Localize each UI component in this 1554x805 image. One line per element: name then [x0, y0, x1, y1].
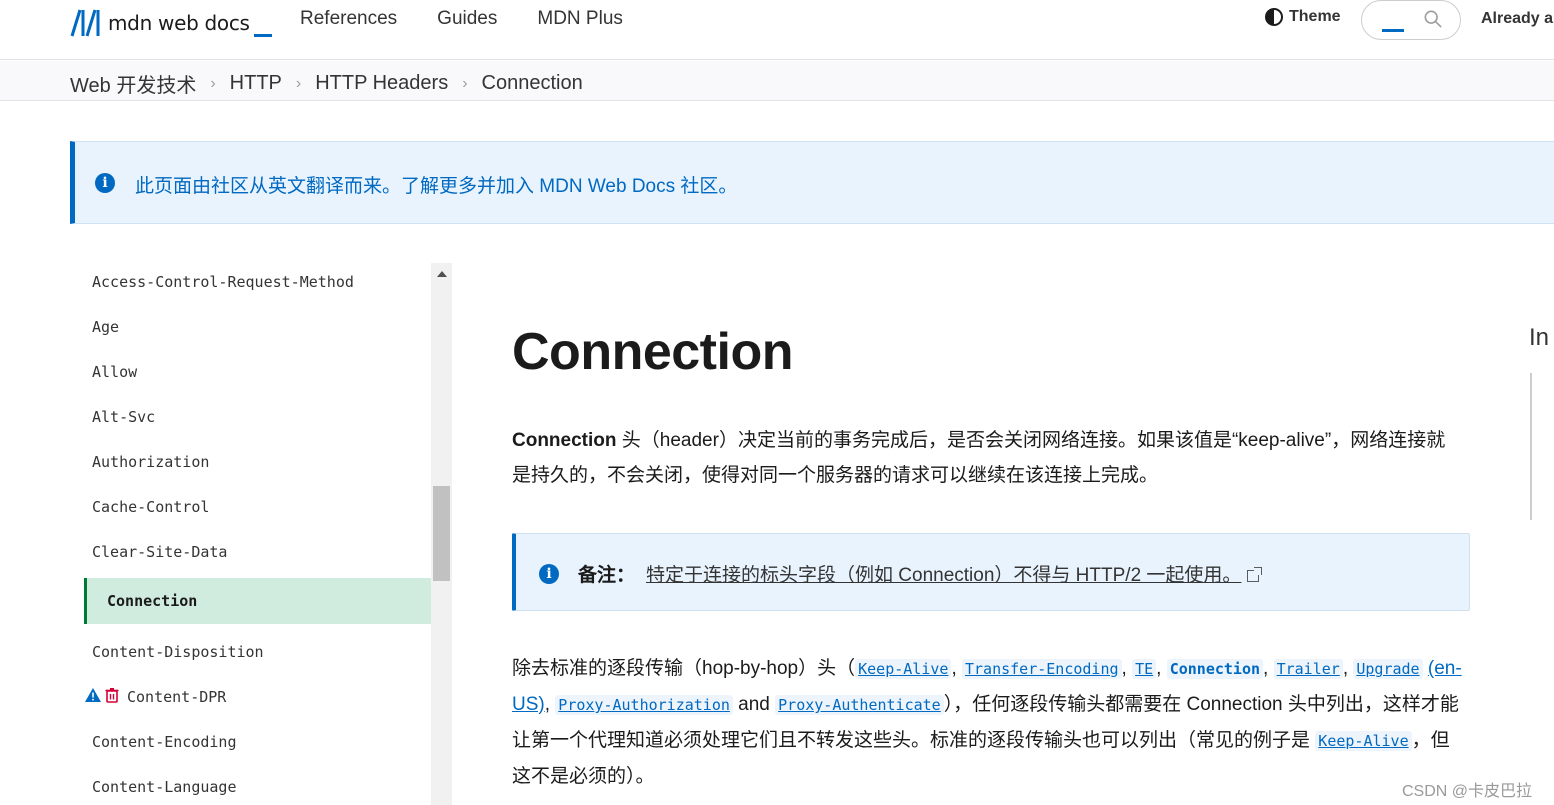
sidebar-scrollbar[interactable]	[431, 263, 452, 805]
link-proxy-authenticate[interactable]: Proxy-Authenticate	[775, 695, 944, 715]
link-upgrade[interactable]: Upgrade	[1353, 659, 1423, 679]
link-proxy-authorization[interactable]: Proxy-Authorization	[555, 695, 733, 715]
mdn-logo[interactable]: mdn web docs	[70, 6, 272, 40]
sidebar-item-content-language[interactable]: Content-Language	[92, 778, 237, 796]
intro-paragraph: Connection 头（header）决定当前的事务完成后，是否会关闭网络连接…	[512, 423, 1462, 493]
link-trailer[interactable]: Trailer	[1273, 659, 1343, 679]
note-link-text: 特定于连接的标头字段（例如 Connection）不得与 HTTP/2 一起使用…	[646, 565, 1242, 586]
search-input[interactable]	[1361, 0, 1461, 40]
sidebar-item-clear-site-data[interactable]: Clear-Site-Data	[92, 543, 227, 561]
breadcrumb-http[interactable]: HTTP	[230, 72, 282, 95]
logo-cursor	[253, 33, 272, 37]
breadcrumb-bar: Web 开发技术 › HTTP › HTTP Headers › Connect…	[0, 61, 1554, 101]
nav-mdn-plus[interactable]: MDN Plus	[537, 8, 623, 30]
theme-button[interactable]: Theme	[1265, 8, 1341, 26]
sidebar-item-cache-control[interactable]: Cache-Control	[92, 498, 209, 516]
chevron-right-icon: ›	[295, 74, 302, 92]
scroll-up-arrow-icon[interactable]	[437, 271, 447, 277]
sidebar-item-connection[interactable]: Connection	[84, 578, 431, 624]
logo-text: mdn web docs	[108, 11, 250, 35]
note-callout: i 备注： 特定于连接的标头字段（例如 Connection）不得与 HTTP/…	[512, 533, 1470, 611]
sidebar-item-allow[interactable]: Allow	[92, 363, 137, 381]
status-icons	[84, 687, 120, 703]
sidebar-item-access-control-request-method[interactable]: Access-Control-Request-Method	[92, 273, 354, 291]
link-transfer-encoding[interactable]: Transfer-Encoding	[962, 659, 1122, 679]
chevron-right-icon: ›	[210, 74, 216, 92]
p2-and-text: and	[738, 694, 770, 715]
main-nav: References Guides MDN Plus	[300, 8, 663, 30]
watermark: CSDN @卡皮巴拉	[1402, 783, 1533, 800]
p2-start-text: 除去标准的逐段传输（hop-by-hop）头（	[512, 658, 856, 679]
theme-label: Theme	[1289, 8, 1341, 25]
scrollbar-thumb[interactable]	[433, 486, 450, 581]
top-navigation: mdn web docs References Guides MDN Plus …	[0, 0, 1554, 60]
sidebar-item-authorization[interactable]: Authorization	[92, 453, 209, 471]
login-link[interactable]: Already a	[1481, 10, 1553, 28]
nav-references[interactable]: References	[300, 8, 397, 30]
external-link-icon	[1247, 567, 1263, 582]
toc-title: In	[1529, 324, 1550, 351]
sidebar-item-content-disposition[interactable]: Content-Disposition	[92, 643, 264, 661]
link-keep-alive[interactable]: Keep-Alive	[855, 659, 952, 679]
note-label: 备注：	[578, 565, 636, 586]
page-title: Connection	[512, 323, 793, 381]
info-icon: i	[539, 564, 559, 584]
info-icon: i	[95, 173, 115, 193]
link-te[interactable]: TE	[1132, 659, 1157, 679]
sidebar-item-alt-svc[interactable]: Alt-Svc	[92, 408, 155, 426]
nav-guides[interactable]: Guides	[437, 8, 497, 30]
sidebar-item-content-dpr[interactable]: Content-DPR	[127, 688, 226, 706]
note-external-link[interactable]: 特定于连接的标头字段（例如 Connection）不得与 HTTP/2 一起使用…	[646, 560, 1263, 587]
toc-divider	[1530, 373, 1532, 520]
chevron-right-icon: ›	[462, 74, 468, 92]
intro-term: Connection	[512, 430, 617, 451]
theme-icon	[1265, 8, 1283, 26]
notice-text[interactable]: 此页面由社区从英文翻译而来。了解更多并加入 MDN Web Docs 社区。	[135, 171, 737, 198]
sidebar-item-content-encoding[interactable]: Content-Encoding	[92, 733, 237, 751]
translation-notice: i 此页面由社区从英文翻译而来。了解更多并加入 MDN Web Docs 社区。	[70, 141, 1554, 224]
breadcrumb: Web 开发技术 › HTTP › HTTP Headers › Connect…	[70, 69, 583, 98]
hop-by-hop-paragraph: 除去标准的逐段传输（hop-by-hop）头（ Keep-Alive, Trans…	[512, 658, 1462, 787]
mdn-logo-icon	[70, 9, 100, 37]
intro-text: 头（header）决定当前的事务完成后，是否会关闭网络连接。如果该值是“keep…	[512, 430, 1446, 486]
breadcrumb-http-headers[interactable]: HTTP Headers	[315, 72, 448, 95]
warning-icon	[85, 688, 101, 702]
current-page-connection: Connection	[1166, 659, 1264, 679]
trash-icon	[105, 688, 119, 703]
sidebar-item-age[interactable]: Age	[92, 318, 119, 336]
search-caret	[1382, 29, 1404, 32]
link-keep-alive-example[interactable]: Keep-Alive	[1315, 731, 1412, 751]
search-icon[interactable]	[1424, 10, 1442, 28]
sidebar-item-label: Connection	[107, 592, 198, 610]
sidebar: Access-Control-Request-Method Age Allow …	[70, 263, 452, 805]
breadcrumb-connection[interactable]: Connection	[482, 72, 583, 95]
breadcrumb-web-tech[interactable]: Web 开发技术	[70, 69, 196, 98]
